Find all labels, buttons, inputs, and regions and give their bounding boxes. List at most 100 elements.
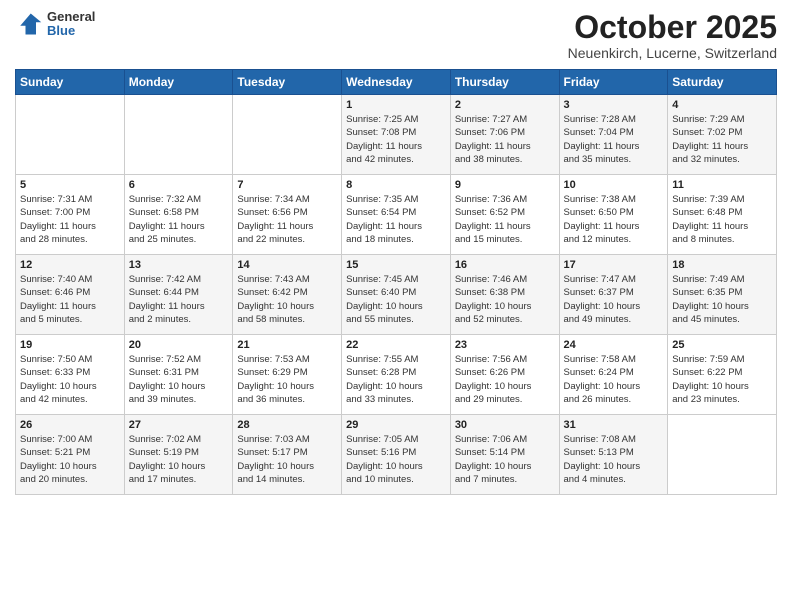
day-cell: 13 Sunrise: 7:42 AMSunset: 6:44 PMDayligh…: [124, 255, 233, 335]
day-info: Sunrise: 7:39 AMSunset: 6:48 PMDaylight:…: [672, 193, 772, 246]
week-row-3: 12 Sunrise: 7:40 AMSunset: 6:46 PMDayligh…: [16, 255, 777, 335]
day-number: 12: [20, 259, 120, 271]
logo-blue-text: Blue: [47, 24, 95, 38]
day-cell: 5 Sunrise: 7:31 AMSunset: 7:00 PMDaylight…: [16, 175, 125, 255]
day-info: Sunrise: 7:28 AMSunset: 7:04 PMDaylight:…: [564, 113, 664, 166]
week-row-4: 19Sunrise: 7:50 AMSunset: 6:33 PMDayligh…: [16, 335, 777, 415]
day-number: 13: [129, 259, 229, 271]
day-info: Sunrise: 7:06 AMSunset: 5:14 PMDaylight:…: [455, 433, 555, 486]
day-cell: 19Sunrise: 7:50 AMSunset: 6:33 PMDayligh…: [16, 335, 125, 415]
weekday-header-saturday: Saturday: [668, 70, 777, 95]
day-cell: 7 Sunrise: 7:34 AMSunset: 6:56 PMDaylight…: [233, 175, 342, 255]
day-info: Sunrise: 7:53 AMSunset: 6:29 PMDaylight:…: [237, 353, 337, 406]
day-info: Sunrise: 7:08 AMSunset: 5:13 PMDaylight:…: [564, 433, 664, 486]
weekday-header-friday: Friday: [559, 70, 668, 95]
day-info: Sunrise: 7:36 AMSunset: 6:52 PMDaylight:…: [455, 193, 555, 246]
day-info: Sunrise: 7:31 AMSunset: 7:00 PMDaylight:…: [20, 193, 120, 246]
day-number: 31: [564, 419, 664, 431]
month-title: October 2025: [568, 10, 777, 45]
day-cell: 8 Sunrise: 7:35 AMSunset: 6:54 PMDaylight…: [342, 175, 451, 255]
day-info: Sunrise: 7:55 AMSunset: 6:28 PMDaylight:…: [346, 353, 446, 406]
logo-general-text: General: [47, 10, 95, 24]
day-info: Sunrise: 7:56 AMSunset: 6:26 PMDaylight:…: [455, 353, 555, 406]
day-cell: 24 Sunrise: 7:58 AMSunset: 6:24 PMDayligh…: [559, 335, 668, 415]
day-info: Sunrise: 7:02 AMSunset: 5:19 PMDaylight:…: [129, 433, 229, 486]
day-info: Sunrise: 7:58 AMSunset: 6:24 PMDaylight:…: [564, 353, 664, 406]
day-number: 26: [20, 419, 120, 431]
day-info: Sunrise: 7:03 AMSunset: 5:17 PMDaylight:…: [237, 433, 337, 486]
day-cell: [124, 95, 233, 175]
day-info: Sunrise: 7:52 AMSunset: 6:31 PMDaylight:…: [129, 353, 229, 406]
day-number: 30: [455, 419, 555, 431]
day-number: 6: [129, 179, 229, 191]
day-cell: 27 Sunrise: 7:02 AMSunset: 5:19 PMDayligh…: [124, 415, 233, 495]
day-info: Sunrise: 7:43 AMSunset: 6:42 PMDaylight:…: [237, 273, 337, 326]
day-info: Sunrise: 7:32 AMSunset: 6:58 PMDaylight:…: [129, 193, 229, 246]
day-number: 3: [564, 99, 664, 111]
day-cell: 22Sunrise: 7:55 AMSunset: 6:28 PMDayligh…: [342, 335, 451, 415]
day-number: 14: [237, 259, 337, 271]
day-info: Sunrise: 7:25 AMSunset: 7:08 PMDaylight:…: [346, 113, 446, 166]
day-cell: 25Sunrise: 7:59 AMSunset: 6:22 PMDayligh…: [668, 335, 777, 415]
weekday-header-monday: Monday: [124, 70, 233, 95]
day-number: 18: [672, 259, 772, 271]
day-cell: 28 Sunrise: 7:03 AMSunset: 5:17 PMDayligh…: [233, 415, 342, 495]
week-row-1: 1 Sunrise: 7:25 AMSunset: 7:08 PMDaylight…: [16, 95, 777, 175]
day-cell: [668, 415, 777, 495]
logo-text: General Blue: [47, 10, 95, 39]
day-info: Sunrise: 7:34 AMSunset: 6:56 PMDaylight:…: [237, 193, 337, 246]
day-number: 5: [20, 179, 120, 191]
day-number: 7: [237, 179, 337, 191]
week-row-5: 26 Sunrise: 7:00 AMSunset: 5:21 PMDayligh…: [16, 415, 777, 495]
page: General Blue October 2025 Neuenkirch, Lu…: [0, 0, 792, 612]
day-info: Sunrise: 7:42 AMSunset: 6:44 PMDaylight:…: [129, 273, 229, 326]
day-number: 8: [346, 179, 446, 191]
weekday-header-thursday: Thursday: [450, 70, 559, 95]
day-info: Sunrise: 7:00 AMSunset: 5:21 PMDaylight:…: [20, 433, 120, 486]
header: General Blue October 2025 Neuenkirch, Lu…: [15, 10, 777, 61]
day-cell: 23Sunrise: 7:56 AMSunset: 6:26 PMDayligh…: [450, 335, 559, 415]
day-number: 1: [346, 99, 446, 111]
day-number: 4: [672, 99, 772, 111]
day-info: Sunrise: 7:49 AMSunset: 6:35 PMDaylight:…: [672, 273, 772, 326]
day-info: Sunrise: 7:40 AMSunset: 6:46 PMDaylight:…: [20, 273, 120, 326]
day-cell: 30 Sunrise: 7:06 AMSunset: 5:14 PMDayligh…: [450, 415, 559, 495]
day-cell: 26 Sunrise: 7:00 AMSunset: 5:21 PMDayligh…: [16, 415, 125, 495]
day-cell: [16, 95, 125, 175]
day-cell: 21Sunrise: 7:53 AMSunset: 6:29 PMDayligh…: [233, 335, 342, 415]
day-number: 2: [455, 99, 555, 111]
day-info: Sunrise: 7:38 AMSunset: 6:50 PMDaylight:…: [564, 193, 664, 246]
day-info: Sunrise: 7:46 AMSunset: 6:38 PMDaylight:…: [455, 273, 555, 326]
calendar: SundayMondayTuesdayWednesdayThursdayFrid…: [15, 69, 777, 495]
day-cell: 17Sunrise: 7:47 AMSunset: 6:37 PMDayligh…: [559, 255, 668, 335]
day-cell: 4 Sunrise: 7:29 AMSunset: 7:02 PMDaylight…: [668, 95, 777, 175]
day-number: 19: [20, 339, 120, 351]
day-number: 11: [672, 179, 772, 191]
day-cell: 31 Sunrise: 7:08 AMSunset: 5:13 PMDayligh…: [559, 415, 668, 495]
day-cell: 10 Sunrise: 7:38 AMSunset: 6:50 PMDayligh…: [559, 175, 668, 255]
day-number: 10: [564, 179, 664, 191]
day-info: Sunrise: 7:29 AMSunset: 7:02 PMDaylight:…: [672, 113, 772, 166]
weekday-header-tuesday: Tuesday: [233, 70, 342, 95]
day-cell: 3 Sunrise: 7:28 AMSunset: 7:04 PMDaylight…: [559, 95, 668, 175]
day-number: 9: [455, 179, 555, 191]
weekday-header-wednesday: Wednesday: [342, 70, 451, 95]
title-block: October 2025 Neuenkirch, Lucerne, Switze…: [568, 10, 777, 61]
day-info: Sunrise: 7:35 AMSunset: 6:54 PMDaylight:…: [346, 193, 446, 246]
day-number: 24: [564, 339, 664, 351]
day-cell: 6 Sunrise: 7:32 AMSunset: 6:58 PMDaylight…: [124, 175, 233, 255]
day-number: 27: [129, 419, 229, 431]
day-cell: 16 Sunrise: 7:46 AMSunset: 6:38 PMDayligh…: [450, 255, 559, 335]
day-cell: 14 Sunrise: 7:43 AMSunset: 6:42 PMDayligh…: [233, 255, 342, 335]
day-cell: 15Sunrise: 7:45 AMSunset: 6:40 PMDayligh…: [342, 255, 451, 335]
day-number: 16: [455, 259, 555, 271]
day-number: 28: [237, 419, 337, 431]
day-cell: 11 Sunrise: 7:39 AMSunset: 6:48 PMDayligh…: [668, 175, 777, 255]
location: Neuenkirch, Lucerne, Switzerland: [568, 45, 777, 61]
day-number: 15: [346, 259, 446, 271]
weekday-header-row: SundayMondayTuesdayWednesdayThursdayFrid…: [16, 70, 777, 95]
day-info: Sunrise: 7:05 AMSunset: 5:16 PMDaylight:…: [346, 433, 446, 486]
day-info: Sunrise: 7:27 AMSunset: 7:06 PMDaylight:…: [455, 113, 555, 166]
day-number: 25: [672, 339, 772, 351]
day-info: Sunrise: 7:47 AMSunset: 6:37 PMDaylight:…: [564, 273, 664, 326]
